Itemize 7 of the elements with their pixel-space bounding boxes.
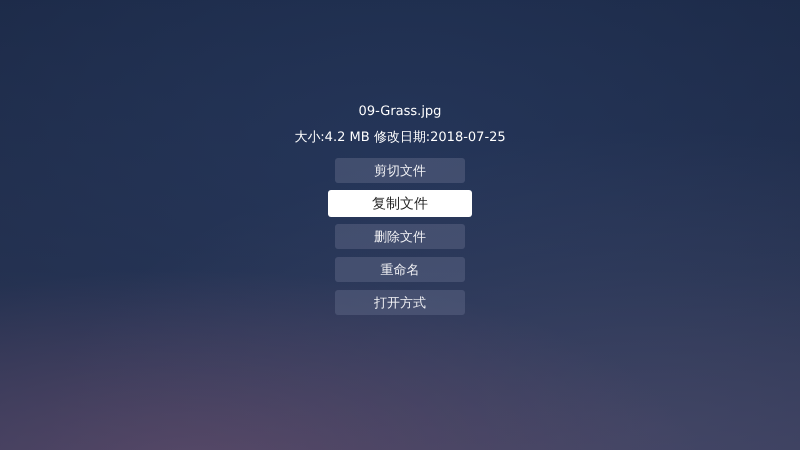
menu-button[interactable]: 打开方式 [335, 290, 465, 315]
menu-button[interactable]: 复制文件 [328, 190, 472, 217]
menu-button[interactable]: 重命名 [335, 257, 465, 282]
file-info: 大小:4.2 MB 修改日期:2018-07-25 [294, 129, 506, 147]
file-name: 09-Grass.jpg [358, 103, 442, 121]
menu-button[interactable]: 删除文件 [335, 224, 465, 249]
menu-button[interactable]: 剪切文件 [335, 158, 465, 183]
